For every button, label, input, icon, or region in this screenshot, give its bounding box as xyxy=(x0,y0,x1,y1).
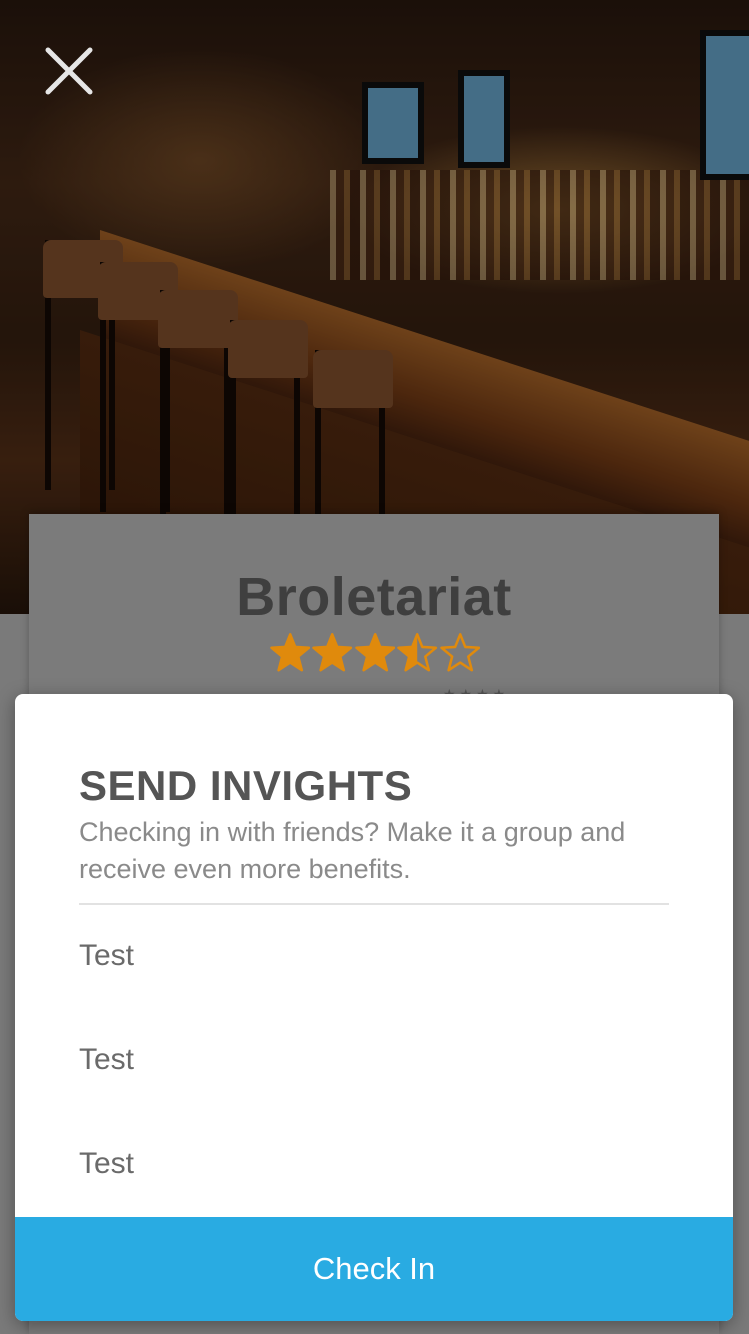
divider xyxy=(79,903,669,905)
friend-list-item[interactable]: Test xyxy=(79,1038,669,1142)
close-button[interactable] xyxy=(42,44,96,98)
friend-list: Test Test Test xyxy=(79,934,669,1246)
star-icon xyxy=(439,633,480,672)
check-in-button[interactable]: Check In xyxy=(15,1217,733,1321)
venue-name: Broletariat xyxy=(236,567,512,627)
star-icon xyxy=(270,633,311,672)
star-icon xyxy=(312,633,353,672)
star-icon xyxy=(355,633,395,672)
modal-subtitle: Checking in with friends? Make it a grou… xyxy=(79,817,626,884)
close-icon xyxy=(45,47,93,95)
send-invights-modal: SEND INVIGHTS Checking in with friends? … xyxy=(15,694,733,1321)
venue-rating xyxy=(270,632,480,674)
star-icon xyxy=(397,633,438,672)
modal-title: SEND INVIGHTS xyxy=(79,762,413,809)
friend-list-item[interactable]: Test xyxy=(79,934,669,1038)
